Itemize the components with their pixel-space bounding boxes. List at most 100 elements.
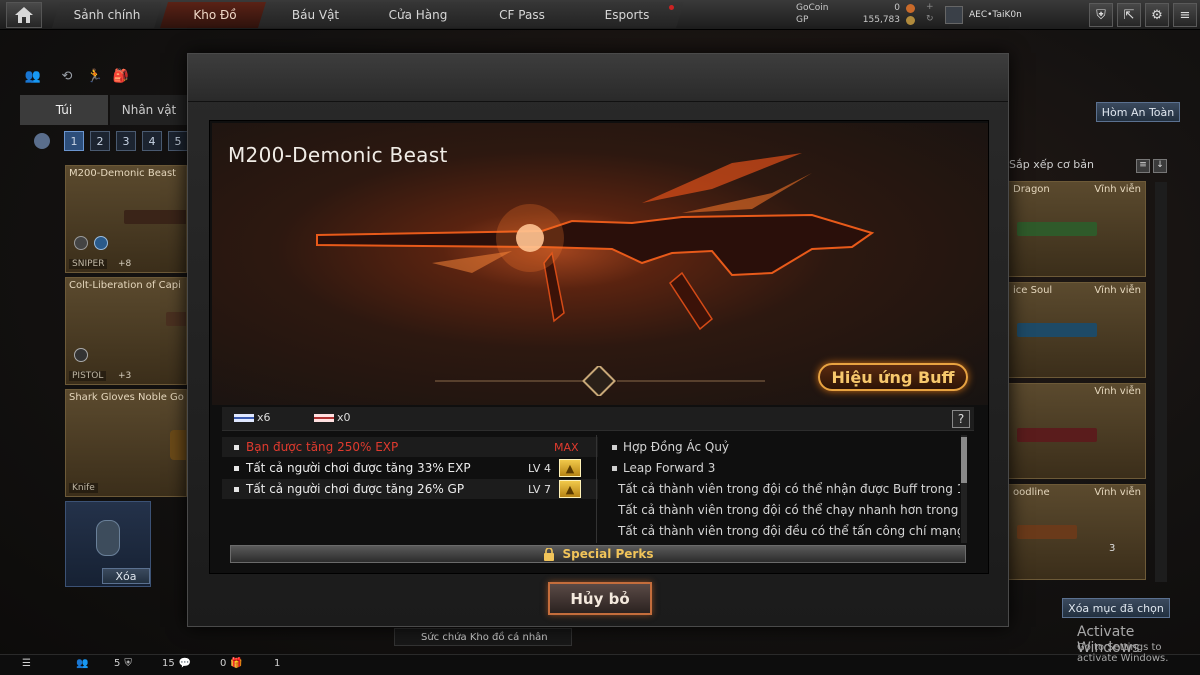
gift-icon: 🎁 <box>230 658 243 669</box>
refresh-icon[interactable]: ↻ <box>926 14 934 24</box>
exit-icon: ⇱ <box>1123 7 1135 23</box>
inventory-card-right[interactable]: oodline Vĩnh viễn 3 <box>1008 484 1146 580</box>
settings-button[interactable]: ⚙ <box>1145 3 1169 27</box>
flag-counter: x0 <box>314 411 351 424</box>
sort-label: Sắp xếp cơ bản <box>1009 158 1094 171</box>
cancel-label: Hủy bỏ <box>570 589 630 608</box>
tab-inventory[interactable]: Kho Đồ <box>160 2 270 28</box>
item-name: Shark Gloves Noble Go <box>69 392 184 403</box>
menu-button[interactable]: ≡ <box>1173 3 1197 27</box>
buff-row: Bạn được tăng 250% EXP MAX <box>222 437 598 457</box>
exit-button[interactable]: ⇱ <box>1117 3 1141 27</box>
special-perks-label: Special Perks <box>562 547 654 561</box>
inventory-scrollbar[interactable] <box>1155 182 1167 582</box>
player-info[interactable]: AEC•TaiK0n <box>945 4 1075 26</box>
flag-counter: x6 <box>234 411 271 424</box>
clan-counter[interactable]: 5 ⛨ <box>114 658 132 669</box>
player-name: AEC•TaiK0n <box>969 10 1022 20</box>
buff-effect-label: Hiệu ứng Buff <box>831 367 955 387</box>
sort-order-icon[interactable]: ↓ <box>1153 159 1167 173</box>
delete-label: Xóa <box>115 569 137 583</box>
friends-counter[interactable]: 👥 <box>76 658 88 669</box>
page-1-button[interactable]: 1 <box>64 131 84 151</box>
bag-icon[interactable]: 🎒 <box>112 67 130 85</box>
inventory-card[interactable]: Colt-Liberation of Capi PISTOL +3 <box>65 277 187 385</box>
notification-dot <box>669 5 674 10</box>
upgrade-button[interactable]: ▲ <box>559 480 581 498</box>
delete-button[interactable]: Xóa <box>102 568 150 584</box>
perk-scroll-thumb[interactable] <box>961 437 967 483</box>
help-button[interactable]: ? <box>952 410 970 428</box>
duration-label: Vĩnh viễn <box>1094 285 1141 296</box>
gear-icon: ⚙ <box>1151 7 1163 23</box>
delete-selected-label: Xóa mục đã chọn <box>1068 601 1164 615</box>
chat-counter[interactable]: 15 💬 <box>162 658 191 669</box>
shield-button[interactable]: ⛨ <box>1089 3 1113 27</box>
alert-counter[interactable]: 1 <box>274 658 280 669</box>
safe-box-button[interactable]: Hòm An Toàn <box>1096 102 1180 122</box>
tab-shop[interactable]: Cửa Hàng <box>362 2 474 28</box>
cancel-button[interactable]: Hủy bỏ <box>548 582 652 615</box>
help-icon: ? <box>957 412 965 426</box>
gocoin-label: GoCoin <box>796 3 829 13</box>
rank-icon <box>945 6 963 24</box>
inventory-card-right[interactable]: Vĩnh viễn <box>1008 383 1146 479</box>
sort-dropdown[interactable]: Sắp xếp cơ bản <box>1009 158 1135 174</box>
gift-counter[interactable]: 0 🎁 <box>220 658 243 669</box>
page-3-button[interactable]: 3 <box>116 131 136 151</box>
tab-lobby[interactable]: Sảnh chính <box>52 2 162 28</box>
filter-icon[interactable] <box>34 133 50 149</box>
bullet <box>612 444 617 450</box>
tab-treasure[interactable]: Báu Vật <box>258 2 373 28</box>
tab-cf-pass[interactable]: CF Pass <box>466 2 578 28</box>
tab-character[interactable]: Nhân vật <box>110 95 188 125</box>
flag-icon <box>234 413 254 422</box>
bottom-bar: ☰ 👥 5 ⛨ 15 💬 0 🎁 1 <box>0 654 1200 675</box>
flag-icon <box>314 413 334 422</box>
count-value: 0 <box>220 658 227 669</box>
home-button[interactable] <box>6 2 42 28</box>
menu-icon: ≡ <box>1179 7 1191 23</box>
count-value: 1 <box>274 658 281 669</box>
page-label: 1 <box>70 134 78 148</box>
weapon-type: SNIPER <box>69 259 108 269</box>
page-5-button[interactable]: 5 <box>168 131 188 151</box>
special-perks-bar[interactable]: Special Perks <box>230 545 966 563</box>
inventory-card[interactable]: M200-Demonic Beast SNIPER +8 <box>65 165 187 273</box>
inventory-card-right[interactable]: ice Soul Vĩnh viễn <box>1008 282 1146 378</box>
perk-text: Tất cả thành viên trong đội có thể chạy … <box>618 503 960 517</box>
perk-text: Hợp Đồng Ác Quỷ <box>623 440 730 454</box>
history-icon[interactable]: ⟲ <box>58 67 76 85</box>
tab-esports[interactable]: Esports <box>570 2 684 28</box>
capacity-bar[interactable]: Sức chứa Kho đồ cá nhân <box>394 628 572 646</box>
inventory-card[interactable]: Shark Gloves Noble Go Knife <box>65 389 187 497</box>
perk-row: Tất cả thành viên trong đội có thể chạy … <box>600 500 960 520</box>
list-icon[interactable]: ☰ <box>22 658 31 669</box>
page-2-button[interactable]: 2 <box>90 131 110 151</box>
weapon-image <box>124 210 186 224</box>
upgrade-button[interactable]: ▲ <box>559 459 581 477</box>
buff-effect-button[interactable]: Hiệu ứng Buff <box>818 363 968 391</box>
add-icon[interactable]: + <box>926 2 934 12</box>
gp-row: GP 155,783 ↻ <box>796 14 934 25</box>
buff-row: Tất cả người chơi được tăng 33% EXP LV 4… <box>222 458 598 478</box>
weapon-image <box>1017 323 1097 337</box>
perk-icon <box>74 348 88 362</box>
tab-bag[interactable]: Túi <box>20 95 108 125</box>
list-view-icon[interactable]: ≡ <box>1136 159 1150 173</box>
item-count: 3 <box>1109 543 1116 554</box>
person-icon[interactable]: 🏃 <box>86 67 104 85</box>
page-4-button[interactable]: 4 <box>142 131 162 151</box>
characters-icon[interactable]: 👥 <box>24 67 42 85</box>
arrow-up-icon: ▲ <box>565 482 575 496</box>
bullet <box>234 486 239 492</box>
weapon-showcase: M200-Demonic Beast Hiệu ứng Buff <box>212 123 988 405</box>
inventory-card-right[interactable]: Dragon Vĩnh viễn <box>1008 181 1146 277</box>
delete-selected-button[interactable]: Xóa mục đã chọn <box>1062 598 1170 618</box>
item-name: oodline <box>1013 487 1050 498</box>
tab-label: Esports <box>604 8 650 22</box>
bullet <box>234 465 239 471</box>
grenade-card[interactable]: Xóa <box>65 501 151 587</box>
perk-list[interactable]: Hợp Đồng Ác Quỷ Leap Forward 3 Tất cả th… <box>600 433 960 543</box>
duration-label: Vĩnh viễn <box>1094 487 1141 498</box>
